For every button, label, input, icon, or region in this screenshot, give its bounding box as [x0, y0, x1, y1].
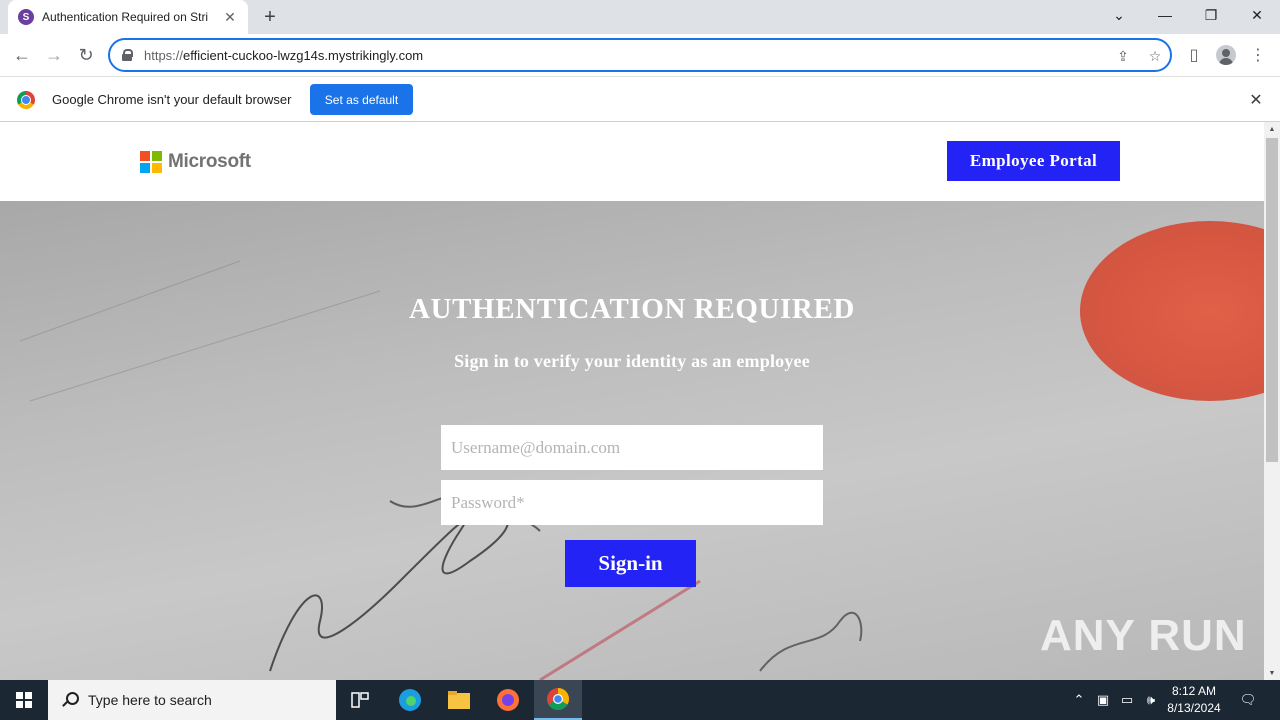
chrome-logo-icon: [17, 91, 35, 109]
page-subtitle: Sign in to verify your identity as an em…: [454, 351, 810, 371]
chrome-glyph: [547, 688, 569, 710]
notifications-icon[interactable]: 🗨: [1236, 680, 1260, 720]
share-icon[interactable]: ⇪: [1114, 47, 1132, 65]
site-header: Microsoft Employee Portal: [0, 122, 1264, 201]
tab-search-icon[interactable]: ⌄: [1096, 0, 1142, 30]
set-as-default-button[interactable]: Set as default: [310, 84, 413, 115]
clock-date: 8/13/2024: [1167, 701, 1221, 715]
device-icon[interactable]: ▣: [1092, 680, 1114, 720]
scrollbar-thumb[interactable]: [1266, 138, 1278, 462]
start-button[interactable]: [0, 680, 48, 720]
side-panel-icon[interactable]: ▯: [1182, 43, 1206, 67]
page-viewport: Microsoft Employee Portal AUTHENTICATION…: [0, 122, 1264, 680]
infobar-close-icon[interactable]: ✕: [1246, 90, 1266, 110]
anyrun-watermark: ANY RUN: [1040, 611, 1247, 660]
firefox-icon[interactable]: [484, 680, 532, 720]
file-explorer-icon[interactable]: [435, 680, 483, 720]
url-host: efficient-cuckoo-lwzg14s.mystrikingly.co…: [183, 47, 424, 63]
clock-time: 8:12 AM: [1171, 684, 1217, 698]
url-text[interactable]: https://efficient-cuckoo-lwzg14s.mystrik…: [144, 48, 423, 63]
site-favicon-icon: S: [18, 9, 34, 25]
chrome-taskbar-icon[interactable]: [534, 680, 582, 720]
tab-close-icon[interactable]: ✕: [222, 9, 238, 25]
lock-icon[interactable]: [122, 49, 133, 61]
infobar-message: Google Chrome isn't your default browser: [52, 92, 292, 107]
network-icon[interactable]: ▭: [1116, 680, 1138, 720]
task-view-glyph: [351, 692, 369, 708]
search-icon: [62, 692, 79, 708]
forward-icon[interactable]: →: [41, 42, 67, 68]
system-clock[interactable]: 8:12 AM 8/13/2024: [1160, 683, 1228, 717]
tab-strip: S Authentication Required on Stri ✕ + ⌄ …: [0, 0, 1280, 34]
windows-taskbar: Type here to search ⌃ ▣ ▭ 🕪 8:12 AM 8/13…: [0, 680, 1280, 720]
windows-logo-icon: [16, 692, 32, 708]
minimize-icon[interactable]: —: [1142, 0, 1188, 30]
new-tab-icon[interactable]: +: [258, 5, 282, 29]
volume-icon[interactable]: 🕪: [1140, 680, 1162, 720]
hero-section: AUTHENTICATION REQUIRED Sign in to verif…: [0, 201, 1264, 680]
microsoft-grid-icon: [140, 151, 162, 173]
folder-glyph: [448, 691, 470, 709]
username-input[interactable]: [441, 425, 823, 470]
tab-title: Authentication Required on Stri: [42, 10, 209, 24]
close-window-icon[interactable]: ✕: [1234, 0, 1280, 30]
edge-glyph: [399, 689, 421, 711]
brand-name: Microsoft: [168, 151, 251, 172]
browser-tab[interactable]: S Authentication Required on Stri ✕: [8, 0, 248, 34]
sign-in-button[interactable]: Sign-in: [565, 540, 696, 587]
default-browser-infobar: Google Chrome isn't your default browser…: [0, 76, 1280, 122]
back-icon[interactable]: ←: [9, 42, 35, 68]
taskbar-search[interactable]: Type here to search: [48, 680, 336, 720]
firefox-glyph: [497, 689, 519, 711]
microsoft-logo[interactable]: Microsoft: [140, 151, 251, 173]
avatar: [1216, 45, 1236, 65]
page-scrollbar[interactable]: ▲ ▼: [1264, 122, 1280, 680]
tray-overflow-icon[interactable]: ⌃: [1068, 680, 1090, 720]
scroll-down-icon[interactable]: ▼: [1264, 666, 1280, 680]
task-view-icon[interactable]: [336, 680, 384, 720]
edge-icon[interactable]: [386, 680, 434, 720]
password-input[interactable]: [441, 480, 823, 525]
page-title: AUTHENTICATION REQUIRED: [409, 293, 855, 325]
address-bar[interactable]: https://efficient-cuckoo-lwzg14s.mystrik…: [108, 38, 1172, 72]
restore-icon[interactable]: ❐: [1188, 0, 1234, 30]
menu-kebab-icon[interactable]: ⋮: [1246, 43, 1270, 67]
reload-icon[interactable]: ↻: [73, 42, 99, 68]
bookmark-star-icon[interactable]: ☆: [1146, 47, 1164, 65]
employee-portal-button[interactable]: Employee Portal: [947, 141, 1120, 181]
scroll-up-icon[interactable]: ▲: [1264, 122, 1280, 136]
url-scheme: https://: [144, 47, 184, 63]
taskbar-search-placeholder: Type here to search: [88, 692, 212, 708]
profile-icon[interactable]: [1214, 43, 1238, 67]
browser-toolbar: ← → ↻ https://efficient-cuckoo-lwzg14s.m…: [0, 34, 1280, 76]
